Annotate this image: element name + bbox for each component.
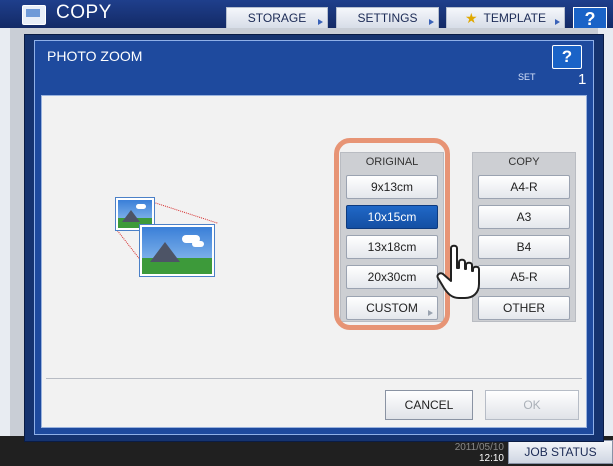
set-label: SET: [518, 72, 536, 82]
job-status-button[interactable]: JOB STATUS: [508, 440, 613, 464]
photo-zoom-dialog: PHOTO ZOOM ? SET 1 ORIGINAL 9x13cm 10x15…: [24, 34, 604, 442]
copier-icon: [22, 5, 46, 25]
cancel-button[interactable]: CANCEL: [385, 390, 473, 420]
date-time: 2011/05/10 12:10: [446, 442, 504, 464]
copy-other-button[interactable]: OTHER: [478, 296, 570, 320]
option-label: B4: [516, 240, 532, 254]
copy-b4-button[interactable]: B4: [478, 235, 570, 259]
dialog-content: ORIGINAL 9x13cm 10x15cm 13x18cm 20x30cm …: [41, 95, 587, 428]
template-tab[interactable]: ★ TEMPLATE: [446, 7, 565, 28]
help-button[interactable]: ?: [573, 7, 607, 29]
option-label: OTHER: [503, 301, 545, 315]
set-count: 1: [578, 71, 587, 88]
dialog-frame: PHOTO ZOOM ? SET 1 ORIGINAL 9x13cm 10x15…: [34, 40, 594, 435]
app-title: COPY: [56, 2, 112, 23]
chevron-right-icon: [555, 19, 560, 25]
storage-tab-label: STORAGE: [247, 11, 307, 25]
star-icon: ★: [464, 9, 478, 26]
dialog-help-button[interactable]: ?: [552, 45, 582, 69]
time-text: 12:10: [478, 453, 504, 464]
settings-tab[interactable]: SETTINGS: [336, 7, 439, 28]
template-tab-label: TEMPLATE: [483, 11, 547, 25]
copy-label: COPY: [508, 156, 540, 168]
ok-button[interactable]: OK: [485, 390, 579, 420]
background-panel-left: [0, 28, 10, 448]
dialog-title: PHOTO ZOOM: [47, 48, 143, 64]
option-label: A4-R: [510, 180, 538, 194]
copy-a5r-button[interactable]: A5-R: [478, 265, 570, 289]
date-text: 2011/05/10: [454, 442, 504, 453]
zoom-line: [115, 228, 140, 259]
zoom-line: [147, 200, 218, 224]
large-photo-icon: [140, 225, 214, 276]
original-highlight-ring: [334, 138, 450, 330]
settings-tab-label: SETTINGS: [357, 11, 418, 25]
copy-a4r-button[interactable]: A4-R: [478, 175, 570, 199]
chevron-right-icon: [429, 19, 434, 25]
option-label: A5-R: [510, 270, 538, 284]
storage-tab[interactable]: STORAGE: [226, 7, 328, 28]
divider: [46, 378, 582, 379]
pointing-hand-icon: [436, 244, 480, 299]
copy-a3-button[interactable]: A3: [478, 205, 570, 229]
option-label: A3: [516, 210, 532, 224]
chevron-right-icon: [318, 19, 323, 25]
